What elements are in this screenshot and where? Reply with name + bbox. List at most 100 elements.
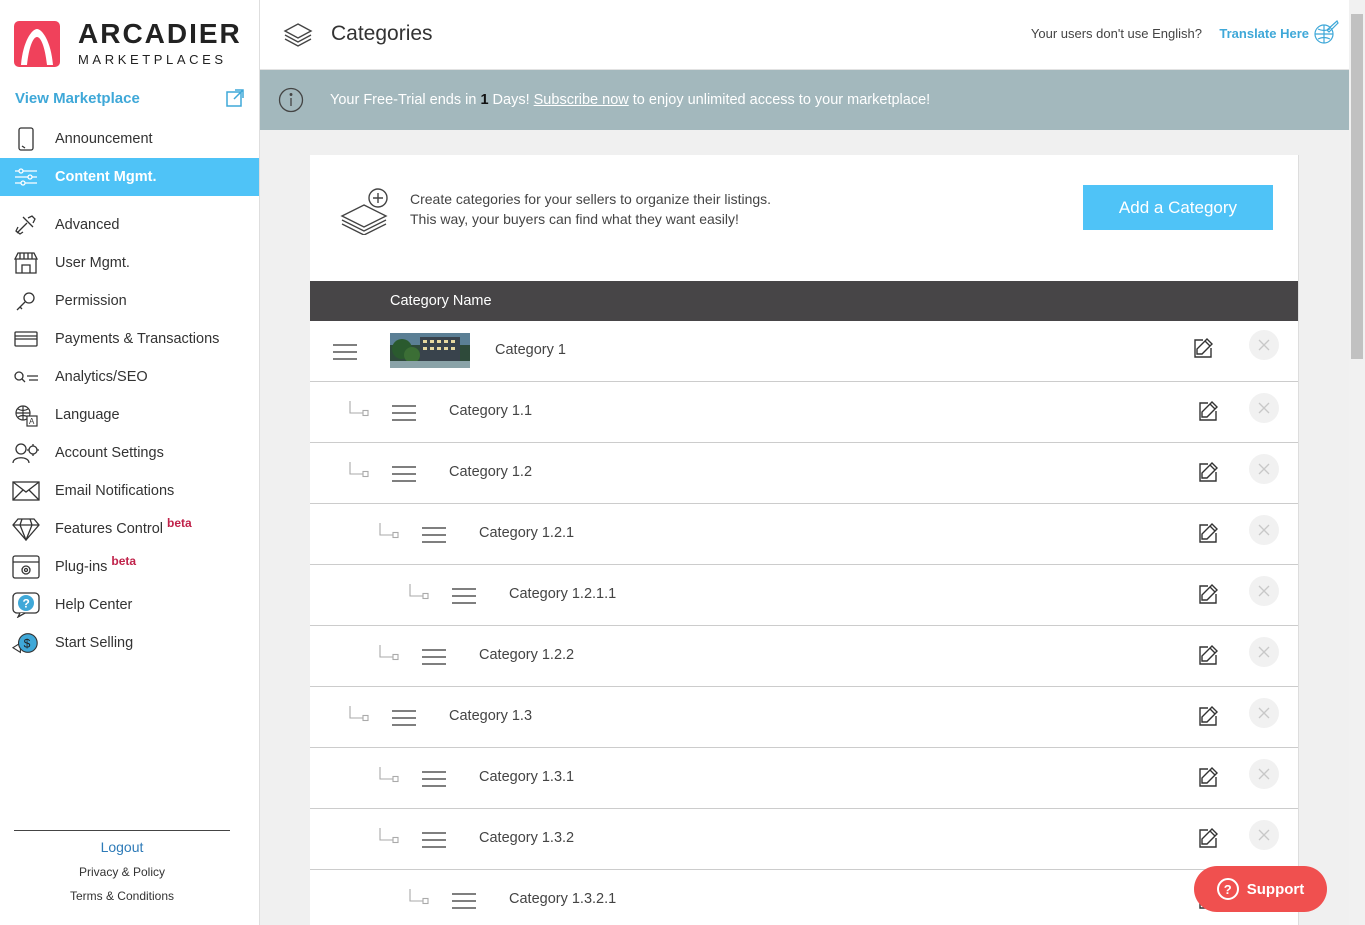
sidebar: ARCADIER MARKETPLACES View Marketplace A…	[0, 0, 260, 925]
external-link-icon	[226, 89, 244, 107]
edit-icon[interactable]	[1197, 827, 1219, 854]
edit-icon[interactable]	[1197, 461, 1219, 488]
logout-link[interactable]: Logout	[14, 839, 230, 855]
sidebar-item-announcement[interactable]: Announcement	[0, 120, 259, 158]
categories-panel: Create categories for your sellers to or…	[310, 155, 1299, 925]
category-name: Category 1.2.1.1	[509, 586, 617, 602]
brand-title: ARCADIER	[78, 18, 242, 49]
terms-conditions-link[interactable]: Terms & Conditions	[14, 889, 230, 903]
category-row[interactable]: Category 1.3.2	[310, 809, 1298, 870]
edit-icon[interactable]	[1197, 400, 1219, 427]
drag-handle-icon[interactable]	[421, 648, 447, 671]
table-header: Category Name	[310, 281, 1298, 321]
subscribe-now-link[interactable]: Subscribe now	[534, 92, 629, 108]
tree-connector-icon	[348, 705, 370, 730]
sidebar-item-help-center[interactable]: ? Help Center	[0, 586, 259, 624]
tree-connector-icon	[378, 766, 400, 791]
delete-icon[interactable]	[1249, 637, 1279, 667]
sidebar-item-content-mgmt[interactable]: Content Mgmt.	[0, 158, 259, 196]
drag-handle-icon[interactable]	[421, 526, 447, 549]
delete-icon[interactable]	[1249, 576, 1279, 606]
category-row[interactable]: Category 1.2.1.1	[310, 565, 1298, 626]
sidebar-item-plugins[interactable]: Plug-ins beta	[0, 548, 259, 586]
translate-here-link[interactable]: Translate Here	[1219, 26, 1309, 41]
trial-days: 1	[480, 92, 489, 108]
sidebar-item-user-mgmt[interactable]: User Mgmt.	[0, 244, 259, 282]
sidebar-item-label: Account Settings	[55, 445, 164, 461]
dollar-rocket-icon: $	[12, 631, 40, 655]
tools-icon	[12, 213, 40, 237]
card-icon	[12, 327, 40, 351]
sidebar-item-label: Advanced	[55, 217, 120, 233]
drag-handle-icon[interactable]	[421, 831, 447, 854]
sidebar-item-analytics[interactable]: Analytics/SEO	[0, 358, 259, 396]
delete-icon[interactable]	[1249, 454, 1279, 484]
sidebar-item-label: Permission	[55, 293, 127, 309]
edit-icon[interactable]	[1197, 644, 1219, 671]
storefront-icon	[12, 251, 40, 275]
tree-connector-icon	[408, 888, 430, 913]
sidebar-item-permission[interactable]: Permission	[0, 282, 259, 320]
sidebar-item-start-selling[interactable]: $ Start Selling	[0, 624, 259, 662]
sidebar-item-label: Analytics/SEO	[55, 369, 148, 385]
language-icon: A	[12, 403, 40, 427]
edit-icon[interactable]	[1197, 522, 1219, 549]
categories-intro: Create categories for your sellers to or…	[310, 155, 1298, 281]
edit-icon[interactable]	[1197, 766, 1219, 793]
drag-handle-icon[interactable]	[451, 892, 477, 915]
privacy-policy-link[interactable]: Privacy & Policy	[14, 865, 230, 879]
sliders-icon	[12, 165, 40, 189]
globe-pen-icon[interactable]	[1313, 20, 1339, 46]
arcadier-logo[interactable]: ARCADIER MARKETPLACES	[14, 20, 242, 67]
support-button[interactable]: ? Support	[1194, 866, 1327, 912]
sidebar-item-advanced[interactable]: Advanced	[0, 206, 259, 244]
delete-icon[interactable]	[1249, 698, 1279, 728]
category-row[interactable]: Category 1.2.2	[310, 626, 1298, 687]
drag-handle-icon[interactable]	[332, 343, 358, 366]
trial-message: Your Free-Trial ends in 1 Days! Subscrib…	[330, 92, 931, 108]
drag-handle-icon[interactable]	[391, 709, 417, 732]
diamond-icon	[12, 517, 40, 541]
category-row[interactable]: Category 1.3	[310, 687, 1298, 748]
intro-text: Create categories for your sellers to or…	[410, 191, 772, 227]
drag-handle-icon[interactable]	[391, 465, 417, 488]
sidebar-item-label: Payments & Transactions	[55, 331, 220, 347]
scrollbar-thumb[interactable]	[1351, 14, 1363, 359]
sidebar-footer: Logout Privacy & Policy Terms & Conditio…	[14, 830, 230, 903]
delete-icon[interactable]	[1249, 393, 1279, 423]
add-category-button[interactable]: Add a Category	[1083, 185, 1273, 230]
sidebar-item-features-control[interactable]: Features Control beta	[0, 510, 259, 548]
sidebar-item-account-settings[interactable]: Account Settings	[0, 434, 259, 472]
sidebar-item-label: Help Center	[55, 597, 133, 613]
sidebar-item-payments[interactable]: Payments & Transactions	[0, 320, 259, 358]
delete-icon[interactable]	[1249, 820, 1279, 850]
brand-subtitle: MARKETPLACES	[78, 52, 227, 67]
category-row[interactable]: Category 1.2.1	[310, 504, 1298, 565]
svg-text:A: A	[29, 417, 35, 426]
category-name: Category 1	[495, 342, 566, 358]
edit-icon[interactable]	[1197, 705, 1219, 732]
svg-text:?: ?	[23, 597, 30, 611]
category-row[interactable]: Category 1	[310, 321, 1298, 382]
sidebar-item-label: Plug-ins	[55, 559, 108, 575]
category-row[interactable]: Category 1.3.1	[310, 748, 1298, 809]
delete-icon[interactable]	[1249, 330, 1279, 360]
drag-handle-icon[interactable]	[451, 587, 477, 610]
sidebar-item-email-notifications[interactable]: Email Notifications	[0, 472, 259, 510]
logo-icon	[14, 20, 60, 67]
page-title: Categories	[331, 22, 433, 45]
edit-icon[interactable]	[1197, 583, 1219, 610]
sidebar-item-label: Start Selling	[55, 635, 134, 651]
drag-handle-icon[interactable]	[421, 770, 447, 793]
drag-handle-icon[interactable]	[391, 404, 417, 427]
edit-icon[interactable]	[1192, 337, 1214, 364]
delete-icon[interactable]	[1249, 515, 1279, 545]
trial-banner: Your Free-Trial ends in 1 Days! Subscrib…	[260, 70, 1349, 130]
category-row[interactable]: Category 1.3.2.1	[310, 870, 1298, 925]
category-row[interactable]: Category 1.1	[310, 382, 1298, 443]
category-row[interactable]: Category 1.2	[310, 443, 1298, 504]
delete-icon[interactable]	[1249, 759, 1279, 789]
sidebar-item-language[interactable]: A Language	[0, 396, 259, 434]
sidebar-nav: Announcement Content Mgmt. Advanced User…	[0, 120, 259, 662]
view-marketplace-link[interactable]: View Marketplace	[15, 88, 245, 108]
